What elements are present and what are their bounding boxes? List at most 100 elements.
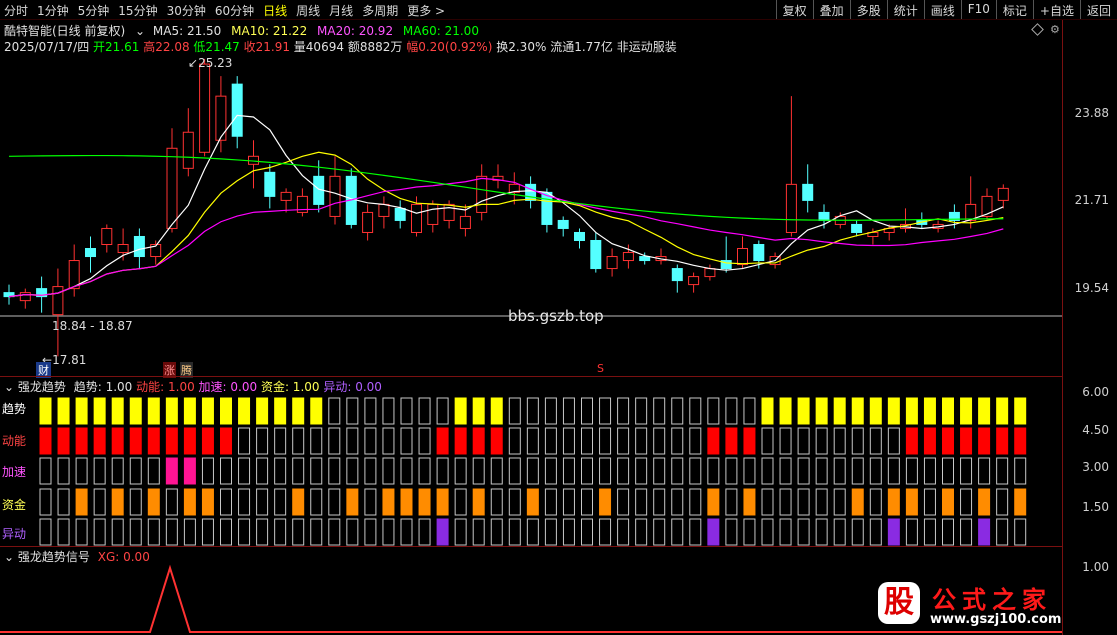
candle-body[interactable] xyxy=(704,268,716,278)
trend-block xyxy=(743,397,756,425)
back-button[interactable]: 返回 xyxy=(1079,0,1117,19)
candle-body[interactable] xyxy=(52,286,64,316)
trend-block xyxy=(508,488,521,516)
tab-weekly[interactable]: 周线 xyxy=(296,2,320,19)
candle-body[interactable] xyxy=(851,223,863,233)
candle-body[interactable] xyxy=(525,183,537,201)
tab-1min[interactable]: 1分钟 xyxy=(37,2,69,19)
trend-block xyxy=(544,488,557,516)
candle-body[interactable] xyxy=(117,244,129,254)
tab-more[interactable]: 更多 > xyxy=(407,2,445,19)
trend-block xyxy=(472,457,485,485)
trend-block xyxy=(526,427,539,455)
candle-body[interactable] xyxy=(215,95,227,141)
candle-body[interactable] xyxy=(737,248,748,266)
price-axis-label: 21.71 xyxy=(1074,193,1109,207)
candle-body[interactable] xyxy=(590,239,602,270)
trend-block xyxy=(129,427,142,455)
candle-body[interactable] xyxy=(557,219,569,229)
trend-block xyxy=(93,427,106,455)
trend-block xyxy=(436,397,449,425)
candle-body[interactable] xyxy=(411,203,422,233)
candle-body[interactable] xyxy=(394,207,406,221)
candle-body[interactable] xyxy=(671,268,683,282)
signal-s-tag[interactable]: S xyxy=(597,362,604,375)
overlay-button[interactable]: 叠加 xyxy=(812,0,850,19)
trend-block xyxy=(39,488,52,516)
trend-block xyxy=(581,518,593,546)
trend-block xyxy=(779,427,792,455)
candle-body[interactable] xyxy=(443,203,455,221)
restore-rights-button[interactable]: 复权 xyxy=(775,0,813,19)
trend-block xyxy=(562,397,575,425)
settings-diamond-icon[interactable] xyxy=(1031,23,1044,36)
trend-block xyxy=(815,518,828,546)
tab-5min[interactable]: 5分钟 xyxy=(78,2,110,19)
candle-body[interactable] xyxy=(639,256,651,262)
tab-30min[interactable]: 30分钟 xyxy=(167,2,206,19)
candle-body[interactable] xyxy=(264,171,276,197)
candle-body[interactable] xyxy=(101,227,113,246)
trend-block xyxy=(346,518,359,546)
settings-gear-icon[interactable]: ⚙ xyxy=(1050,23,1060,36)
trend-block xyxy=(147,427,160,455)
candle-body[interactable] xyxy=(785,183,797,233)
candle-body[interactable] xyxy=(280,191,292,201)
candle-body[interactable] xyxy=(606,256,618,270)
trend-block xyxy=(743,488,756,516)
candlestick-chart[interactable] xyxy=(0,54,1062,376)
candle-body[interactable] xyxy=(997,187,1009,201)
candle-body[interactable] xyxy=(378,203,390,217)
candle-body[interactable] xyxy=(329,175,341,217)
trend-block xyxy=(472,427,485,455)
trend-block-grid[interactable] xyxy=(0,396,1062,546)
trend-block xyxy=(653,457,666,485)
candle-body[interactable] xyxy=(362,211,374,233)
tab-multi-period[interactable]: 多周期 xyxy=(362,2,398,19)
candle-body[interactable] xyxy=(459,215,471,229)
trend-block xyxy=(599,488,612,516)
tab-fenshi[interactable]: 分时 xyxy=(4,2,28,19)
trend-block xyxy=(508,427,521,455)
trend-block xyxy=(292,397,305,425)
draw-line-button[interactable]: 画线 xyxy=(923,0,961,19)
f10-button[interactable]: F10 xyxy=(960,0,996,19)
mark-button[interactable]: 标记 xyxy=(995,0,1033,19)
trend-block xyxy=(996,488,1009,516)
trend-block xyxy=(544,518,557,546)
trend-block xyxy=(833,488,846,516)
candle-body[interactable] xyxy=(574,231,585,241)
candle-body[interactable] xyxy=(753,244,765,262)
quote-float: 流通1.77亿 xyxy=(550,40,613,54)
candle-body[interactable] xyxy=(802,183,814,201)
candle-body[interactable] xyxy=(19,292,31,302)
tab-15min[interactable]: 15分钟 xyxy=(118,2,157,19)
statistics-button[interactable]: 统计 xyxy=(886,0,924,19)
trend-block xyxy=(183,397,196,425)
multi-stock-button[interactable]: 多股 xyxy=(849,0,887,19)
candle-body[interactable] xyxy=(133,235,145,258)
candle-body[interactable] xyxy=(818,211,830,221)
price-axis-label: 19.54 xyxy=(1074,281,1109,295)
trend-block xyxy=(761,518,774,546)
candle-body[interactable] xyxy=(231,83,243,137)
candle-body[interactable] xyxy=(427,203,439,225)
trend-block xyxy=(707,488,720,516)
tab-daily[interactable]: 日线 xyxy=(263,2,287,19)
candle-body[interactable] xyxy=(182,131,194,169)
candle-body[interactable] xyxy=(166,147,178,229)
trend-block xyxy=(887,488,900,516)
indicator1-collapse-icon[interactable]: ⌄ xyxy=(4,380,14,394)
add-watchlist-button[interactable]: +自选 xyxy=(1032,0,1080,19)
tab-monthly[interactable]: 月线 xyxy=(329,2,353,19)
trend-block xyxy=(238,518,251,546)
trend-block xyxy=(400,488,413,516)
candle-body[interactable] xyxy=(85,248,96,258)
tab-60min[interactable]: 60分钟 xyxy=(215,2,254,19)
dropdown-icon[interactable]: ⌄ xyxy=(135,24,145,38)
candle-body[interactable] xyxy=(476,175,488,213)
candle-body[interactable] xyxy=(199,63,211,153)
trend-block xyxy=(147,518,160,546)
candle-body[interactable] xyxy=(622,252,634,262)
candle-body[interactable] xyxy=(688,276,700,286)
